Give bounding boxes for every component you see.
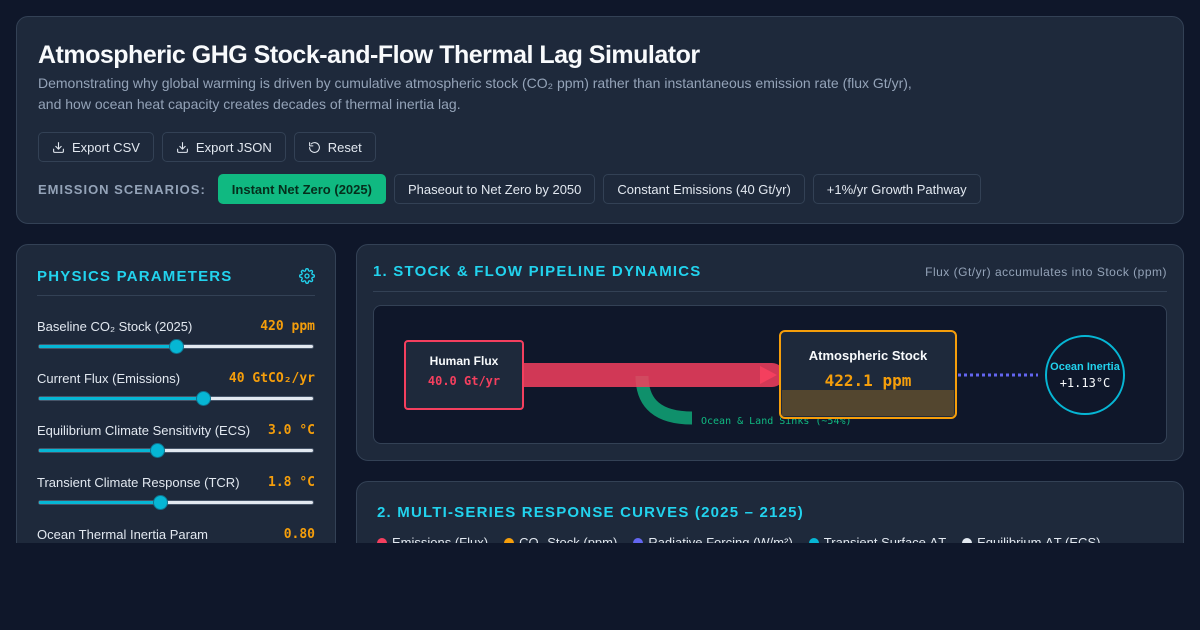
human-flux-label: Human Flux: [430, 354, 499, 368]
response-curves-panel: 2. MULTI-SERIES RESPONSE CURVES (2025 – …: [356, 481, 1184, 543]
pipeline-title: 1. STOCK & FLOW PIPELINE DYNAMICS: [373, 263, 702, 280]
pipeline-svg: Ocean & Land Sinks (~54%) Human Flux 40.…: [404, 330, 1125, 427]
legend-label: Transient Surface ΔT: [823, 535, 947, 543]
legend-item-co2-stock[interactable]: CO₂ Stock (ppm): [504, 535, 617, 543]
legend-item-equilibrium-dt[interactable]: Equilibrium ΔT (ECS): [962, 535, 1100, 543]
slider-thumb[interactable]: [152, 495, 168, 510]
download-icon: [177, 141, 188, 153]
legend-label: Equilibrium ΔT (ECS): [977, 535, 1101, 543]
slider-tcr[interactable]: [38, 495, 314, 510]
slider-thumb[interactable]: [149, 443, 165, 458]
slider-fill: [39, 397, 204, 400]
page-title: Atmospheric GHG Stock-and-Flow Thermal L…: [38, 41, 700, 69]
slider-thumb[interactable]: [169, 339, 184, 354]
app-viewport: Atmospheric GHG Stock-and-Flow Thermal L…: [0, 0, 1200, 543]
reset-label: Reset: [327, 139, 362, 155]
legend-dot: [504, 537, 515, 543]
legend-dot: [633, 537, 644, 543]
scenario-selector: EMISSION SCENARIOS: Instant Net Zero (20…: [38, 174, 981, 204]
download-icon: [53, 141, 64, 153]
param-value: 420 ppm: [260, 319, 315, 334]
param-label: Current Flux (Emissions): [37, 371, 181, 386]
gear-icon[interactable]: [299, 268, 315, 284]
subtitle-line-1: Demonstrating why global warming is driv…: [38, 75, 912, 91]
ocean-value: +1.13°C: [1060, 376, 1111, 390]
ocean-inertia-circle: [1045, 335, 1125, 415]
param-label: Transient Climate Response (TCR): [37, 475, 240, 490]
slider-fill: [39, 449, 157, 452]
slider-baseline-co2[interactable]: [38, 339, 314, 354]
curves-title: 2. MULTI-SERIES RESPONSE CURVES (2025 – …: [377, 504, 804, 521]
legend-label: Radiative Forcing (W/m²): [648, 535, 793, 543]
param-value: 3.0 °C: [268, 423, 315, 438]
export-json-label: Export JSON: [195, 139, 272, 155]
legend-label: CO₂ Stock (ppm): [519, 535, 618, 543]
pipeline-divider: [373, 291, 1167, 292]
panel-title: PHYSICS PARAMETERS: [37, 268, 233, 285]
legend-label: Emissions (Flux): [392, 535, 489, 543]
export-csv-label: Export CSV: [72, 139, 140, 155]
stock-level-fill: [782, 390, 954, 416]
subtitle-line-2: and how ocean heat capacity creates deca…: [38, 96, 461, 112]
scenario-label: EMISSION SCENARIOS:: [38, 181, 206, 197]
scenario-instant-net-zero[interactable]: Instant Net Zero (2025): [217, 174, 386, 204]
param-label: Equilibrium Climate Sensitivity (ECS): [37, 423, 251, 438]
ocean-label: Ocean Inertia: [1050, 361, 1121, 373]
slider-thumb[interactable]: [196, 391, 212, 406]
reset-icon: [308, 141, 320, 153]
physics-parameters-panel: PHYSICS PARAMETERS Baseline CO₂ Stock (2…: [16, 244, 336, 543]
stock-value: 422.1 ppm: [825, 371, 912, 390]
human-flux-value: 40.0 Gt/yr: [428, 374, 500, 388]
legend-item-transient-dt[interactable]: Transient Surface ΔT: [808, 535, 947, 543]
header-card: Atmospheric GHG Stock-and-Flow Thermal L…: [16, 16, 1184, 224]
param-label: Baseline CO₂ Stock (2025): [37, 319, 193, 334]
curves-legend: Emissions (Flux) CO₂ Stock (ppm) Radiati…: [377, 535, 1100, 543]
param-value: 0.80: [283, 527, 315, 542]
param-value: 40 GtCO₂/yr: [228, 371, 315, 386]
slider-fill: [39, 345, 176, 348]
legend-item-emissions[interactable]: Emissions (Flux): [377, 535, 488, 543]
toolbar: Export CSV Export JSON Reset: [38, 132, 376, 162]
legend-dot: [377, 537, 387, 543]
scenario-constant-emissions[interactable]: Constant Emissions (40 Gt/yr): [603, 174, 805, 204]
pipeline-panel: 1. STOCK & FLOW PIPELINE DYNAMICS Flux (…: [356, 244, 1184, 461]
export-json-button[interactable]: Export JSON: [161, 132, 286, 162]
export-csv-button[interactable]: Export CSV: [38, 132, 154, 162]
scenario-phaseout-2050[interactable]: Phaseout to Net Zero by 2050: [393, 174, 596, 204]
reset-button[interactable]: Reset: [293, 132, 376, 162]
scenario-growth-pathway[interactable]: +1%/yr Growth Pathway: [812, 174, 981, 204]
slider-current-flux[interactable]: [38, 391, 314, 406]
page-subtitle: Demonstrating why global warming is driv…: [38, 73, 938, 115]
panel-divider: [37, 295, 315, 296]
legend-dot: [962, 537, 973, 543]
param-label: Ocean Thermal Inertia Param: [37, 527, 208, 542]
legend-dot: [808, 537, 819, 543]
slider-ecs[interactable]: [38, 443, 314, 458]
legend-item-radiative-forcing[interactable]: Radiative Forcing (W/m²): [633, 535, 793, 543]
pipeline-note: Flux (Gt/yr) accumulates into Stock (ppm…: [925, 265, 1167, 279]
param-value: 1.8 °C: [268, 475, 315, 490]
pipeline-diagram: Ocean & Land Sinks (~54%) Human Flux 40.…: [373, 305, 1167, 444]
stock-label: Atmospheric Stock: [809, 348, 928, 363]
slider-fill: [39, 501, 160, 504]
